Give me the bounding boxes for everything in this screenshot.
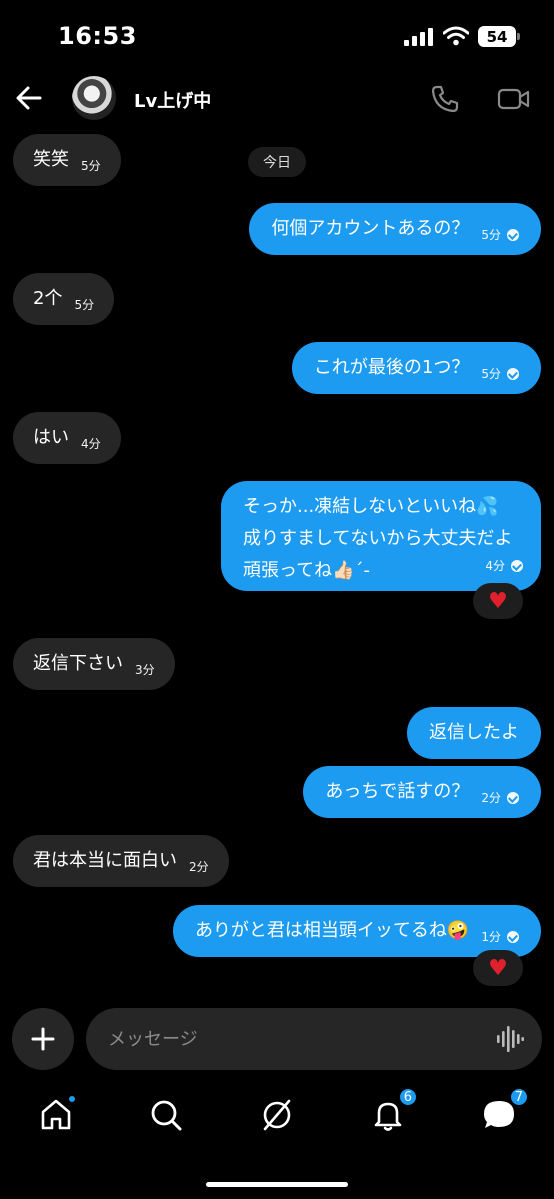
incoming-message[interactable]: 返信下さい 3分 (13, 638, 175, 690)
read-check-icon (507, 931, 519, 943)
message-text: はい (33, 427, 69, 448)
notifications-badge: 6 (397, 1087, 418, 1107)
message-meta: 4分 (485, 553, 523, 579)
battery-level: 54 (486, 27, 508, 46)
bottom-tab-bar: 6 7 (0, 1085, 554, 1155)
back-arrow-icon[interactable] (14, 84, 44, 112)
outgoing-message[interactable]: 何個アカウントあるの？ 5分 (249, 203, 541, 255)
message-text: 笑笑 (33, 149, 69, 170)
outgoing-message[interactable]: 返信したよ (407, 707, 541, 759)
voice-message-icon[interactable] (496, 1026, 524, 1052)
heart-icon: ♥ (488, 955, 508, 981)
add-attachment-button[interactable] (12, 1008, 74, 1070)
tab-messages[interactable]: 7 (481, 1087, 529, 1133)
message-text: これが最後の1つ？ (313, 357, 470, 378)
chat-header: Lv上げ中 (0, 70, 554, 128)
status-bar: 16:53 54 (0, 0, 554, 70)
message-time: 5分 (481, 228, 501, 242)
contact-name[interactable]: Lv上げ中 (134, 87, 211, 113)
outgoing-message[interactable]: そっか...凍結しないといいね💦 成りすましてないから大丈夫だよ 頑張ってね👍🏻… (221, 481, 541, 591)
message-text: 何個アカウントあるの？ (271, 218, 470, 239)
message-meta: 1分 (481, 924, 519, 950)
message-text: 返信下さい (33, 653, 123, 674)
message-time: 4分 (81, 437, 101, 451)
date-separator: 今日 (248, 147, 306, 177)
video-call-icon[interactable] (497, 86, 531, 112)
outgoing-message[interactable]: あっちで話すの？ 2分 (303, 766, 541, 818)
wifi-icon (443, 26, 469, 46)
incoming-message[interactable]: はい 4分 (13, 412, 121, 464)
outgoing-message[interactable]: これが最後の1つ？ 5分 (291, 342, 541, 394)
message-time: 1分 (481, 930, 501, 944)
message-time: 4分 (485, 559, 505, 573)
phone-call-icon[interactable] (430, 84, 460, 114)
status-time: 16:53 (58, 22, 137, 50)
message-text: ありがと君は相当頭イッてるね🤪 (194, 920, 470, 941)
read-check-icon (507, 229, 519, 241)
search-icon (151, 1100, 182, 1131)
heart-reaction[interactable]: ♥ (473, 950, 523, 986)
message-meta: 5分 (481, 222, 519, 248)
tab-notifications[interactable]: 6 (370, 1087, 418, 1133)
message-text-line: 頑張ってね👍🏻´- (243, 560, 371, 581)
incoming-message[interactable]: 笑笑 5分 (13, 134, 121, 186)
message-text-line: そっか...凍結しないといいね💦 (243, 496, 499, 517)
message-text: 君は本当に面白い (33, 850, 177, 871)
message-time: 3分 (135, 663, 155, 677)
message-composer[interactable] (86, 1008, 542, 1070)
cellular-signal-icon (404, 28, 433, 46)
read-check-icon (511, 560, 523, 572)
home-notification-dot (67, 1094, 77, 1104)
battery-indicator: 54 (478, 26, 520, 47)
tab-home[interactable] (38, 1094, 77, 1133)
message-text: あっちで話すの？ (325, 781, 470, 802)
heart-icon: ♥ (488, 588, 508, 614)
explore-icon (263, 1099, 291, 1131)
plus-icon (31, 1027, 55, 1051)
tab-explore[interactable] (259, 1097, 295, 1133)
message-time: 5分 (481, 367, 501, 381)
message-text-line: 成りすましてないから大丈夫だよ (243, 528, 513, 549)
incoming-message[interactable]: 君は本当に面白い 2分 (13, 835, 229, 887)
message-meta: 5分 (481, 361, 519, 387)
message-meta: 2分 (481, 785, 519, 811)
heart-reaction[interactable]: ♥ (473, 583, 523, 619)
incoming-message[interactable]: 2个 5分 (13, 273, 115, 325)
messages-badge: 7 (508, 1087, 529, 1107)
home-indicator (206, 1182, 348, 1187)
message-time: 2分 (481, 791, 501, 805)
message-text: 2个 (33, 288, 63, 309)
message-time: 5分 (81, 159, 101, 173)
contact-avatar[interactable] (72, 76, 116, 120)
outgoing-message[interactable]: ありがと君は相当頭イッてるね🤪 1分 (172, 905, 541, 957)
read-check-icon (507, 792, 519, 804)
message-time: 2分 (189, 860, 209, 874)
message-time: 5分 (74, 298, 95, 312)
tab-search[interactable] (148, 1097, 184, 1133)
message-text: 返信したよ (429, 722, 519, 743)
read-check-icon (507, 368, 519, 380)
message-input[interactable] (108, 1008, 488, 1070)
